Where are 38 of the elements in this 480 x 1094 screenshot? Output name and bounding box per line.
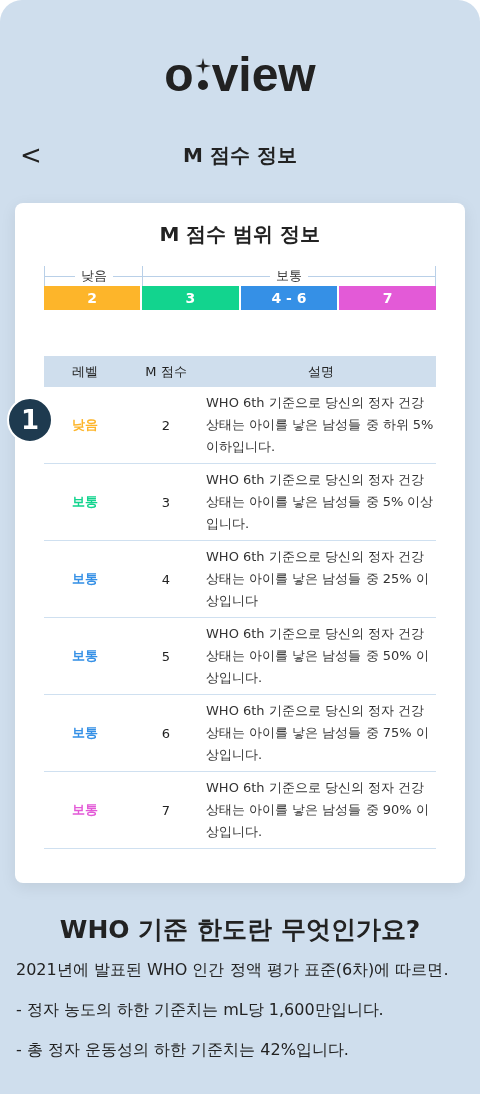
column-header: 설명 — [307, 362, 335, 381]
description-cell-text: WHO 6th 기준으로 당신의 정자 건강상태는 아이를 낳은 남성들 중 75% 이상입니다. — [206, 702, 430, 764]
description-cell-text: WHO 6th 기준으로 당신의 정자 건강상태는 아이를 낳은 남성들 중 25% 이상입니다 — [206, 548, 430, 610]
back-button[interactable]: < — [14, 138, 48, 172]
level-cell-text: 보통 — [71, 647, 99, 665]
description-cell-text: WHO 6th 기준으로 당신의 정자 건강상태는 아이를 낳은 남성들 중 5% 이상입니다. — [206, 471, 435, 533]
card-title: M 점수 범위 정보 — [158, 221, 322, 248]
level-cell-text: 보통 — [71, 801, 99, 819]
level-cell-text: 낮음 — [71, 416, 99, 434]
info-text: - 총 정자 운동성의 하한 기준치는 42%입니다. — [16, 1039, 350, 1061]
range-segment: 4 - 6 — [240, 286, 338, 310]
column-header: 레벨 — [71, 362, 99, 381]
range-segment: 7 — [339, 286, 436, 310]
section-title: WHO 기준 한도란 무엇인가요? — [58, 914, 422, 946]
description-cell-text: WHO 6th 기준으로 당신의 정자 건강상태는 아이를 낳은 남성들 중 50% 이상입니다. — [206, 625, 430, 687]
score-cell-text: 7 — [160, 802, 172, 818]
description-cell-text: WHO 6th 기준으로 당신의 정자 건강상태는 아이를 낳은 남성들 중 하위 5% 이하입니다. — [206, 394, 435, 456]
range-segment: 3 — [142, 286, 239, 310]
info-text: 2021년에 발표된 WHO 인간 정액 평가 표준(6차)에 따르면. — [16, 959, 450, 981]
score-cell-text: 4 — [160, 571, 172, 587]
score-cell-text: 2 — [160, 417, 172, 433]
score-cell-text: 3 — [160, 494, 172, 510]
number-badge: 1 — [7, 397, 53, 443]
score-cell-text: 5 — [160, 648, 172, 664]
logo-text: o — [164, 50, 194, 100]
score-cell-text: 6 — [160, 725, 172, 741]
range-label: 낮음 — [80, 267, 107, 285]
info-text: - 정자 농도의 하한 기준치는 mL당 1,600만입니다. — [16, 999, 385, 1021]
level-cell-text: 보통 — [71, 724, 99, 742]
range-label: 보통 — [276, 267, 302, 285]
column-header: M 점수 — [144, 362, 188, 381]
level-cell-text: 보통 — [71, 493, 99, 511]
level-cell-text: 보통 — [71, 570, 99, 588]
page-title: M 점수 정보 — [183, 141, 297, 169]
description-cell-text: WHO 6th 기준으로 당신의 정자 건강상태는 아이를 낳은 남성들 중 90% 이상입니다. — [206, 779, 430, 841]
logo-text: view — [211, 50, 316, 100]
sparkle-icon — [194, 58, 211, 92]
range-segment: 2 — [44, 286, 140, 310]
